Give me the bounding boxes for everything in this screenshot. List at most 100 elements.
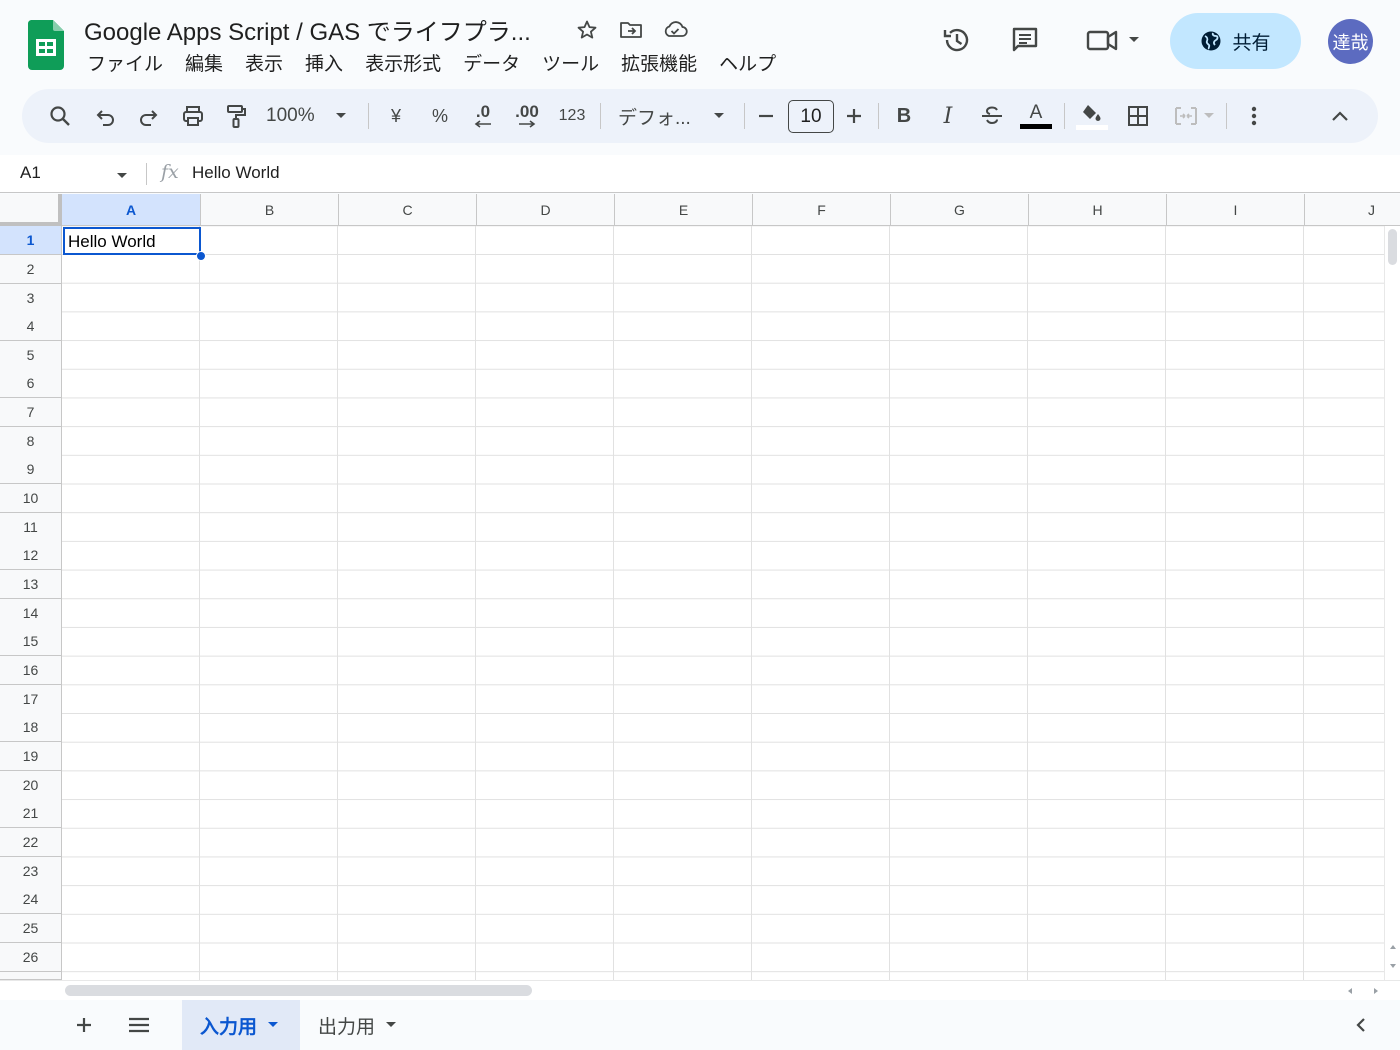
menu-file[interactable]: ファイル bbox=[76, 52, 174, 78]
menu-view[interactable]: 表示 bbox=[234, 52, 294, 78]
horizontal-scrollbar[interactable] bbox=[0, 980, 1400, 1000]
column-header-j[interactable]: J bbox=[1305, 194, 1400, 226]
column-header-g[interactable]: G bbox=[891, 194, 1029, 226]
menu-bar: ファイル 編集 表示 挿入 表示形式 データ ツール 拡張機能 ヘルプ bbox=[76, 52, 787, 78]
row-header[interactable]: 1 bbox=[0, 226, 62, 255]
menu-edit[interactable]: 編集 bbox=[174, 52, 234, 78]
fill-handle[interactable] bbox=[196, 251, 206, 261]
sheet-tab-input[interactable]: 入力用 bbox=[182, 1000, 300, 1050]
move-folder-icon[interactable] bbox=[616, 16, 646, 44]
more-options-icon[interactable] bbox=[1240, 89, 1268, 143]
share-button[interactable]: 共有 bbox=[1170, 13, 1301, 69]
row-header[interactable]: 20 bbox=[0, 771, 62, 800]
avatar[interactable]: 達哉 bbox=[1328, 19, 1373, 64]
font-family-select[interactable]: デフォ... bbox=[618, 89, 728, 143]
row-header[interactable]: 17 bbox=[0, 685, 62, 714]
row-header[interactable]: 8 bbox=[0, 427, 62, 456]
print-icon[interactable] bbox=[176, 89, 210, 143]
row-header[interactable]: 19 bbox=[0, 742, 62, 771]
formula-input[interactable]: Hello World bbox=[192, 163, 280, 183]
decrease-decimal-button[interactable]: .0 bbox=[466, 89, 500, 143]
vertical-scrollbar[interactable] bbox=[1384, 226, 1400, 980]
chevron-down-icon[interactable] bbox=[116, 167, 128, 185]
row-header[interactable]: 2 bbox=[0, 255, 62, 284]
row-header[interactable]: 9 bbox=[0, 455, 62, 484]
explore-chevron-left-icon[interactable] bbox=[1346, 1000, 1376, 1050]
column-header-d[interactable]: D bbox=[477, 194, 615, 226]
more-formats-button[interactable]: 123 bbox=[556, 89, 588, 143]
column-header-b[interactable]: B bbox=[201, 194, 339, 226]
chevron-down-icon bbox=[268, 1022, 279, 1027]
column-header-i[interactable]: I bbox=[1167, 194, 1305, 226]
comments-icon[interactable] bbox=[1005, 20, 1045, 60]
select-all-corner[interactable] bbox=[0, 194, 62, 226]
paint-format-icon[interactable] bbox=[220, 89, 252, 143]
search-menus-icon[interactable] bbox=[44, 89, 76, 143]
row-header[interactable]: 4 bbox=[0, 312, 62, 341]
italic-button[interactable]: I bbox=[934, 89, 962, 143]
row-header[interactable]: 18 bbox=[0, 713, 62, 742]
name-box[interactable]: A1 bbox=[20, 163, 41, 183]
version-history-icon[interactable] bbox=[937, 20, 977, 60]
all-sheets-menu-icon[interactable] bbox=[122, 1000, 156, 1050]
column-header-f[interactable]: F bbox=[753, 194, 891, 226]
undo-icon[interactable] bbox=[90, 89, 122, 143]
sheet-tab-output[interactable]: 出力用 bbox=[300, 1000, 418, 1050]
increase-font-size-icon[interactable] bbox=[842, 89, 866, 143]
toolbar-divider bbox=[600, 103, 601, 129]
row-header[interactable]: 10 bbox=[0, 484, 62, 513]
redo-icon[interactable] bbox=[132, 89, 164, 143]
add-sheet-icon[interactable] bbox=[68, 1000, 100, 1050]
zoom-select[interactable]: 100% bbox=[266, 89, 356, 143]
row-header[interactable]: 7 bbox=[0, 398, 62, 427]
fill-color-button[interactable] bbox=[1074, 89, 1110, 143]
text-color-button[interactable]: A bbox=[1018, 89, 1054, 143]
row-header[interactable]: 5 bbox=[0, 341, 62, 370]
menu-format[interactable]: 表示形式 bbox=[354, 52, 452, 78]
row-header[interactable]: 12 bbox=[0, 541, 62, 570]
increase-decimal-button[interactable]: .00 bbox=[510, 89, 544, 143]
document-title[interactable]: Google Apps Script / GAS でライフプラ... bbox=[84, 12, 531, 47]
format-percent-button[interactable]: % bbox=[426, 89, 454, 143]
horizontal-scroll-thumb[interactable] bbox=[65, 985, 532, 996]
row-header[interactable]: 26 bbox=[0, 943, 62, 972]
merge-cells-button[interactable] bbox=[1166, 89, 1222, 143]
font-size-input[interactable]: 10 bbox=[788, 100, 834, 133]
bold-button[interactable]: B bbox=[890, 89, 918, 143]
row-header[interactable]: 25 bbox=[0, 914, 62, 943]
row-header[interactable]: 15 bbox=[0, 627, 62, 656]
sheets-logo-icon[interactable] bbox=[27, 20, 64, 70]
menu-extensions[interactable]: 拡張機能 bbox=[610, 52, 708, 78]
menu-data[interactable]: データ bbox=[452, 52, 531, 78]
strikethrough-icon[interactable] bbox=[976, 89, 1008, 143]
format-currency-button[interactable]: ¥ bbox=[382, 89, 410, 143]
menu-help[interactable]: ヘルプ bbox=[708, 52, 787, 78]
row-header[interactable]: 16 bbox=[0, 656, 62, 685]
vertical-scroll-thumb[interactable] bbox=[1388, 229, 1397, 265]
borders-icon[interactable] bbox=[1122, 89, 1154, 143]
menu-insert[interactable]: 挿入 bbox=[294, 52, 354, 78]
column-header-e[interactable]: E bbox=[615, 194, 753, 226]
row-header[interactable]: 22 bbox=[0, 828, 62, 857]
meet-button[interactable] bbox=[1080, 20, 1144, 60]
column-header-c[interactable]: C bbox=[339, 194, 477, 226]
row-header[interactable]: 14 bbox=[0, 599, 62, 628]
column-header-h[interactable]: H bbox=[1029, 194, 1167, 226]
scroll-left-right-icon[interactable] bbox=[1344, 986, 1384, 996]
row-header[interactable]: 23 bbox=[0, 857, 62, 886]
cell-a1[interactable]: Hello World bbox=[63, 227, 201, 255]
row-header[interactable]: 3 bbox=[0, 284, 62, 313]
hide-menus-chevron-up-icon[interactable] bbox=[1324, 89, 1356, 143]
scroll-arrows-icon[interactable] bbox=[1389, 942, 1397, 972]
menu-tools[interactable]: ツール bbox=[531, 52, 610, 78]
row-header[interactable]: 24 bbox=[0, 885, 62, 914]
cell-area[interactable] bbox=[62, 226, 1400, 980]
cloud-saved-icon[interactable] bbox=[660, 16, 690, 44]
star-icon[interactable] bbox=[572, 16, 602, 44]
row-header[interactable]: 6 bbox=[0, 369, 62, 398]
row-header[interactable]: 21 bbox=[0, 799, 62, 828]
decrease-font-size-icon[interactable] bbox=[754, 89, 778, 143]
row-header[interactable]: 13 bbox=[0, 570, 62, 599]
row-header[interactable]: 11 bbox=[0, 513, 62, 542]
column-header-a[interactable]: A bbox=[62, 194, 201, 226]
